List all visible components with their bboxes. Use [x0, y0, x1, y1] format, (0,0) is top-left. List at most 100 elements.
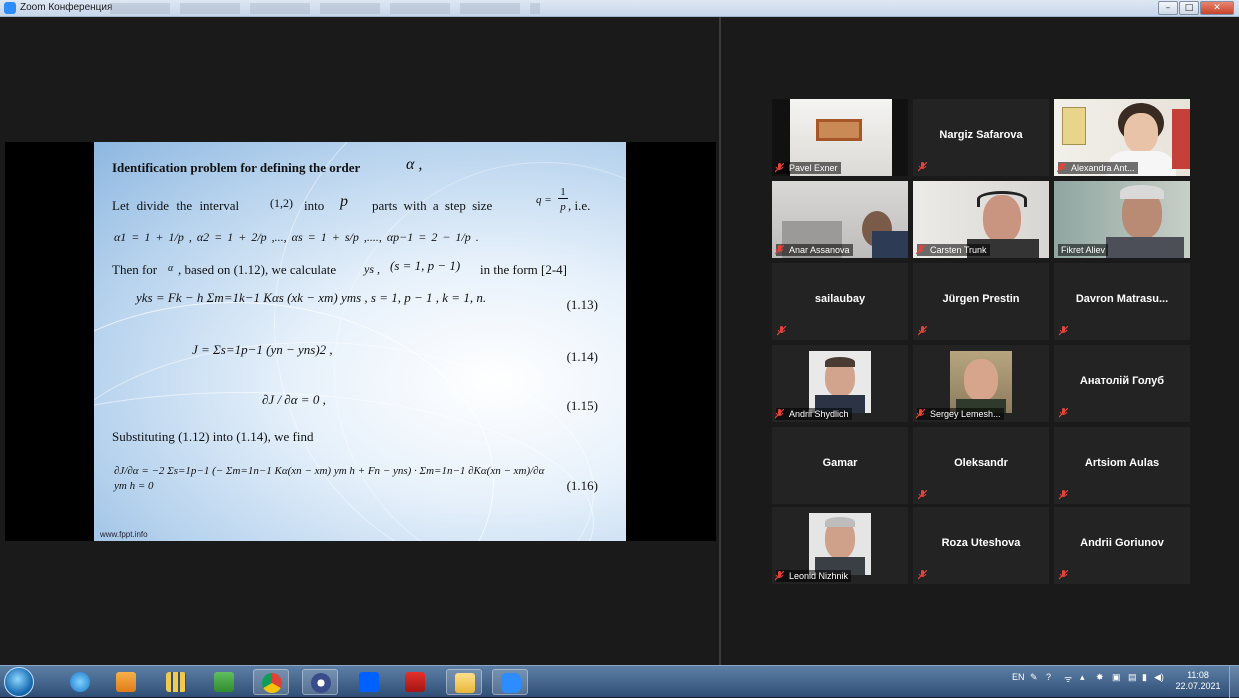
participant-tile[interactable]: Nargiz Safarova: [913, 99, 1049, 176]
slide-interval: (1,2): [270, 196, 293, 210]
chrome-icon: [262, 673, 282, 693]
participant-name: sailaubay: [814, 293, 866, 305]
taskbar-monitor[interactable]: [206, 669, 242, 695]
network-icon[interactable]: ▤: [1128, 672, 1137, 683]
show-desktop-button[interactable]: [1229, 666, 1239, 698]
participant-tile[interactable]: Pavel Exner: [772, 99, 908, 176]
window-titlebar[interactable]: Zoom Конференция – □ ✕: [0, 0, 1239, 17]
participant-tile[interactable]: Leonid Nizhnik: [772, 507, 908, 584]
clock-time: 11:08: [1187, 670, 1209, 680]
slide-line1-mid: into: [304, 198, 325, 213]
tray-app-icon[interactable]: ✸: [1096, 672, 1104, 683]
taskbar-media[interactable]: [108, 669, 144, 695]
language-indicator[interactable]: EN: [1012, 672, 1025, 682]
participant-name: Anar Assanova: [776, 244, 853, 256]
maximize-icon[interactable]: □: [1179, 1, 1199, 15]
participant-gallery: Pavel Exner Nargiz Safarova Alexandra An…: [772, 99, 1192, 584]
keyboard-icon[interactable]: ✎: [1030, 672, 1038, 683]
taskbar-zoom[interactable]: [492, 669, 528, 695]
muted-mic-icon: [1059, 408, 1068, 418]
internet-explorer-icon: [70, 672, 90, 692]
slide-heading: Identification problem for defining the …: [112, 160, 361, 175]
zoom-icon: [501, 673, 521, 693]
participant-tile[interactable]: sailaubay: [772, 263, 908, 340]
equation-number-1-15: (1.15): [566, 398, 598, 413]
participant-tile[interactable]: Andrii Goriunov: [1054, 507, 1190, 584]
participant-name: Davron Matrasu...: [1075, 293, 1169, 305]
view-divider[interactable]: [719, 17, 721, 665]
muted-mic-icon: [1059, 490, 1068, 500]
participant-tile[interactable]: Roza Uteshova: [913, 507, 1049, 584]
participant-tile-active-speaker[interactable]: Fikret Aliev: [1054, 181, 1190, 258]
taskbar-apps[interactable]: [158, 669, 194, 695]
dropbox-icon: [359, 672, 379, 692]
slide-heading-symbol: α ,: [406, 156, 423, 173]
mcafee-tray-icon[interactable]: ▣: [1112, 672, 1121, 683]
participant-tile[interactable]: Jürgen Prestin: [913, 263, 1049, 340]
equation-1-13: yks = Fk − h Σm=1k−1 Kαs (xk − xm) yms ,…: [136, 290, 487, 305]
volume-icon[interactable]: ◀): [1154, 672, 1164, 683]
close-icon[interactable]: ✕: [1200, 1, 1234, 15]
slide-then-range: (s = 1, p − 1): [390, 258, 461, 273]
mcafee-icon: [405, 672, 425, 692]
participant-name: Andrii Shydlich: [776, 408, 852, 420]
participant-name: Gamar: [822, 457, 858, 469]
participant-name: Andrii Goriunov: [1080, 537, 1164, 549]
participant-tile[interactable]: Anar Assanova: [772, 181, 908, 258]
equation-1-16: ∂J/∂α = −2 Σs=1p−1 (− Σm=1n−1 Kα(xn − xm…: [114, 465, 545, 492]
muted-mic-icon: [775, 163, 784, 173]
muted-mic-icon: [1059, 570, 1068, 580]
signal-icon[interactable]: ᯤ: [1064, 672, 1072, 685]
slide-then-prefix: Then for: [112, 262, 158, 277]
participant-tile[interactable]: Анатолій Голуб: [1054, 345, 1190, 422]
slide-line1-prefix: Let divide the interval: [112, 198, 240, 213]
media-player-icon: [116, 672, 136, 692]
slide-then-suffix: in the form [2-4]: [480, 262, 568, 277]
slide-q-den: p: [560, 201, 566, 213]
participant-tile[interactable]: Alexandra Ant...: [1054, 99, 1190, 176]
equation-1-15: ∂J / ∂α = 0 ,: [262, 392, 326, 407]
participant-name: Pavel Exner: [776, 162, 841, 174]
participant-tile[interactable]: Gamar: [772, 427, 908, 504]
participant-avatar: [809, 351, 871, 413]
participant-tile[interactable]: Oleksandr: [913, 427, 1049, 504]
slide-p: p: [340, 193, 348, 210]
muted-mic-icon: [775, 409, 784, 419]
participant-name: Fikret Aliev: [1058, 244, 1109, 256]
participant-tile[interactable]: Sergey Lemesh...: [913, 345, 1049, 422]
equation-number-1-13: (1.13): [566, 297, 598, 312]
help-icon[interactable]: ?: [1046, 672, 1051, 682]
signal-bars-icon[interactable]: ▮: [1142, 672, 1147, 683]
taskbar-dropbox[interactable]: [351, 669, 387, 695]
muted-mic-icon: [918, 570, 927, 580]
muted-mic-icon: [1057, 163, 1066, 173]
participant-tile[interactable]: Davron Matrasu...: [1054, 263, 1190, 340]
minimize-icon[interactable]: –: [1158, 1, 1178, 15]
taskbar-player[interactable]: [302, 669, 338, 695]
participant-tile[interactable]: Andrii Shydlich: [772, 345, 908, 422]
participant-name: Oleksandr: [954, 457, 1008, 469]
show-hidden-icons[interactable]: ▴: [1080, 672, 1085, 683]
system-clock[interactable]: 11:08 22.07.2021: [1172, 670, 1224, 692]
participant-name: Leonid Nizhnik: [776, 570, 852, 582]
muted-mic-icon: [775, 571, 784, 581]
zoom-logo-icon: [4, 2, 16, 14]
taskbar-mcafee[interactable]: [397, 669, 433, 695]
start-button[interactable]: [4, 667, 34, 697]
participant-name: Artsiom Aulas: [1084, 457, 1160, 469]
windows-taskbar: EN ✎ ? ᯤ ▴ ✸ ▣ ▤ ▮ ◀) 11:08 22.07.2021: [0, 665, 1239, 698]
taskbar-ie[interactable]: [62, 669, 98, 695]
window-title: Zoom Конференция: [20, 2, 113, 13]
taskbar-chrome[interactable]: [253, 669, 289, 695]
slide-then-mid: , based on (1.12), we calculate: [178, 262, 337, 277]
slide-line1-suffix: parts with a step size: [372, 198, 493, 213]
muted-mic-icon: [918, 490, 927, 500]
taskbar-explorer[interactable]: [446, 669, 482, 695]
participant-tile[interactable]: Artsiom Aulas: [1054, 427, 1190, 504]
slide-substituting: Substituting (1.12) into (1.14), we find: [112, 429, 314, 444]
muted-mic-icon: [775, 245, 784, 255]
participant-tile[interactable]: Carsten Trunk: [913, 181, 1049, 258]
slide-q-num: 1: [558, 186, 568, 199]
slide-then-y: ys ,: [364, 262, 380, 276]
muted-mic-icon: [918, 326, 927, 336]
